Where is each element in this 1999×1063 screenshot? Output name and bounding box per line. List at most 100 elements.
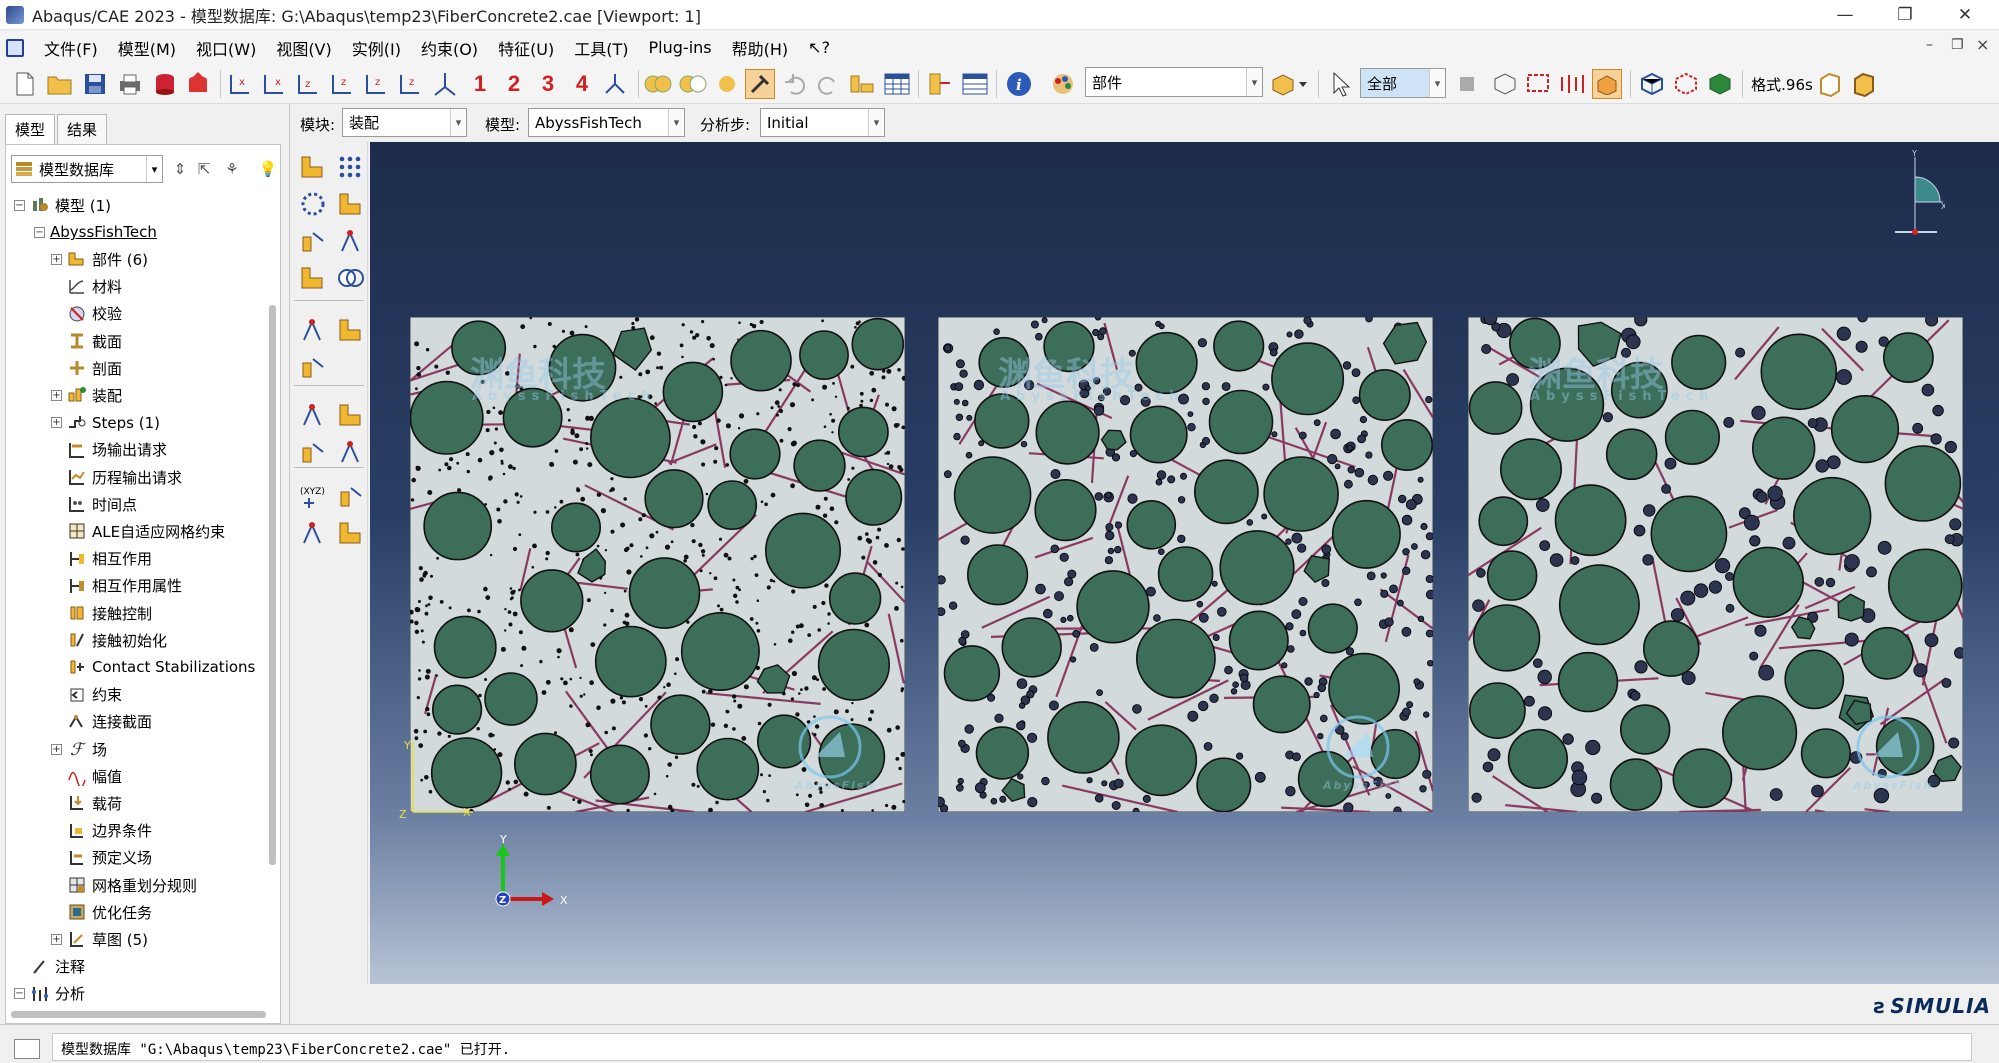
tree-node[interactable]: + 装配 (51, 383, 122, 407)
mdi-close-button[interactable]: × (1976, 35, 1989, 54)
highlight-bulb-icon[interactable]: 💡 (256, 157, 280, 181)
color-code-dropdown-icon[interactable] (1296, 69, 1310, 99)
model-combo[interactable]: AbyssFishTech ▾ (528, 108, 685, 137)
undo-icon[interactable] (780, 69, 810, 99)
tree-node[interactable]: − 分析 (14, 982, 85, 1006)
selection-options-icon[interactable] (1490, 69, 1520, 99)
user-view-3-button[interactable]: 3 (533, 69, 563, 99)
tree-node[interactable]: 时间点 (51, 492, 137, 516)
face-to-face-icon[interactable] (336, 315, 366, 345)
coordinate-xyz-icon[interactable]: (XYZ) (298, 481, 328, 511)
highlight-selection-icon[interactable] (1592, 69, 1622, 99)
view-iso-icon[interactable] (430, 69, 460, 99)
color-code-combo[interactable]: 部件 ▾ (1085, 67, 1263, 97)
linear-pattern-icon[interactable] (336, 152, 366, 182)
import-db-icon[interactable] (183, 69, 213, 99)
message-toggle-icon[interactable] (14, 1039, 40, 1059)
pin-tool-icon[interactable] (745, 69, 775, 99)
query-table-icon[interactable] (960, 69, 990, 99)
menu-model[interactable]: 模型(M) (108, 36, 186, 60)
solid-wire-icon[interactable] (1814, 69, 1844, 99)
viewport[interactable]: Y X 渊鱼科技 AbyssFishTech AbyssFish 渊鱼科技 AbyssF… (370, 142, 1999, 984)
menu-constraint[interactable]: 约束(O) (411, 36, 488, 60)
tree-node[interactable]: 接触初始化 (51, 628, 167, 652)
tree-node[interactable]: ALE自适应网格约束 (51, 519, 225, 543)
tab-results[interactable]: 结果 (57, 114, 108, 144)
tree-node[interactable]: − AbyssFishTech (34, 220, 157, 244)
select-arrow-icon[interactable] (1326, 69, 1356, 99)
print-icon[interactable] (115, 69, 145, 99)
tree-node[interactable]: 注释 (14, 955, 85, 979)
expand-icon[interactable]: + (51, 417, 62, 429)
translate-icon[interactable] (336, 189, 366, 219)
window-menu-icon[interactable] (6, 38, 24, 57)
tab-model[interactable]: 模型 (5, 114, 56, 144)
tree-node[interactable]: + Steps (1) (51, 411, 160, 435)
reference-point-icon[interactable] (336, 481, 366, 511)
tree-node[interactable]: Contact Stabilizations (51, 655, 255, 679)
mdi-restore-button[interactable]: ❐ (1951, 37, 1964, 53)
tree-node[interactable]: 优化任务 (51, 900, 152, 924)
view-right-icon[interactable]: z (328, 69, 358, 99)
boolean-icon[interactable] (336, 263, 366, 293)
datum-csys-icon[interactable] (336, 437, 366, 467)
step-combo[interactable]: Initial ▾ (760, 108, 885, 137)
partition-icon[interactable] (298, 518, 328, 548)
collapse-tree-icon[interactable]: ⇱ (192, 157, 216, 181)
color-code-icon[interactable] (1048, 69, 1078, 99)
view-left-icon[interactable]: z (294, 69, 324, 99)
module-combo[interactable]: 装配 ▾ (342, 108, 467, 137)
translate-to-icon[interactable] (336, 226, 366, 256)
expand-icon[interactable]: + (51, 389, 62, 401)
create-instance-icon[interactable] (298, 152, 328, 182)
tree-node[interactable]: + ℱ 场 (51, 737, 107, 761)
user-view-2-button[interactable]: 2 (499, 69, 529, 99)
menu-tools[interactable]: 工具(T) (564, 36, 638, 60)
view-top-icon[interactable]: z (362, 69, 392, 99)
user-view-4-button[interactable]: 4 (567, 69, 597, 99)
tree-vertical-scrollbar[interactable] (269, 305, 276, 865)
open-folder-icon[interactable] (45, 69, 75, 99)
format-button[interactable]: 格式.96s (1748, 69, 1816, 99)
tree-node[interactable]: 接触控制 (51, 601, 152, 625)
selection-filter-combo[interactable]: 全部 ▾ (1360, 68, 1446, 98)
tree-horizontal-scrollbar[interactable] (11, 1011, 266, 1018)
model-database-combo[interactable]: 模型数据库 ▾ (11, 155, 163, 183)
close-button[interactable]: ✕ (1935, 0, 1995, 30)
maximize-button[interactable]: ❐ (1875, 0, 1935, 30)
translate-instance-icon[interactable] (925, 69, 955, 99)
concrete-panel-2[interactable]: 渊鱼科技 AbyssFishTech AbyssFish (934, 314, 1436, 815)
tree-node[interactable]: − 模型 (1) (14, 193, 111, 217)
instance-icon[interactable] (712, 69, 742, 99)
expand-icon[interactable]: + (51, 743, 62, 755)
tree-node[interactable]: 预定义场 (51, 846, 152, 870)
datum-plane-icon[interactable] (298, 437, 328, 467)
tree-node[interactable]: 约束 (51, 683, 122, 707)
query-geometry-icon[interactable] (1558, 69, 1588, 99)
tree-node[interactable]: 剖面 (51, 356, 122, 380)
menu-instance[interactable]: 实例(I) (342, 36, 411, 60)
drag-shape-icon[interactable] (1524, 69, 1554, 99)
radial-pattern-icon[interactable] (298, 189, 328, 219)
merge-cut-icon[interactable] (298, 263, 328, 293)
minimize-button[interactable]: — (1815, 0, 1875, 30)
boolean-cut-icon[interactable] (678, 69, 708, 99)
collapse-icon[interactable]: − (14, 199, 25, 211)
datum-axis-icon[interactable] (336, 400, 366, 430)
menu-view[interactable]: 视图(V) (266, 36, 341, 60)
boolean-union-icon[interactable] (643, 69, 673, 99)
view-bottom-icon[interactable]: z (396, 69, 426, 99)
export-db-icon[interactable] (150, 69, 180, 99)
render-wireframe-icon[interactable] (1637, 69, 1667, 99)
user-view-1-button[interactable]: 1 (465, 69, 495, 99)
tree-node[interactable]: 截面 (51, 329, 122, 353)
new-file-icon[interactable] (10, 69, 40, 99)
mdi-minimize-button[interactable]: – (1926, 37, 1933, 53)
menu-plugins[interactable]: Plug-ins (639, 38, 722, 57)
parallel-face-icon[interactable] (298, 315, 328, 345)
tree-node[interactable]: 网格重划分规则 (51, 873, 197, 897)
render-shaded-icon[interactable] (1705, 69, 1735, 99)
collapse-icon[interactable]: − (14, 988, 25, 1000)
tree-node[interactable]: + 草图 (5) (51, 927, 148, 951)
part-manager-icon[interactable] (847, 69, 877, 99)
